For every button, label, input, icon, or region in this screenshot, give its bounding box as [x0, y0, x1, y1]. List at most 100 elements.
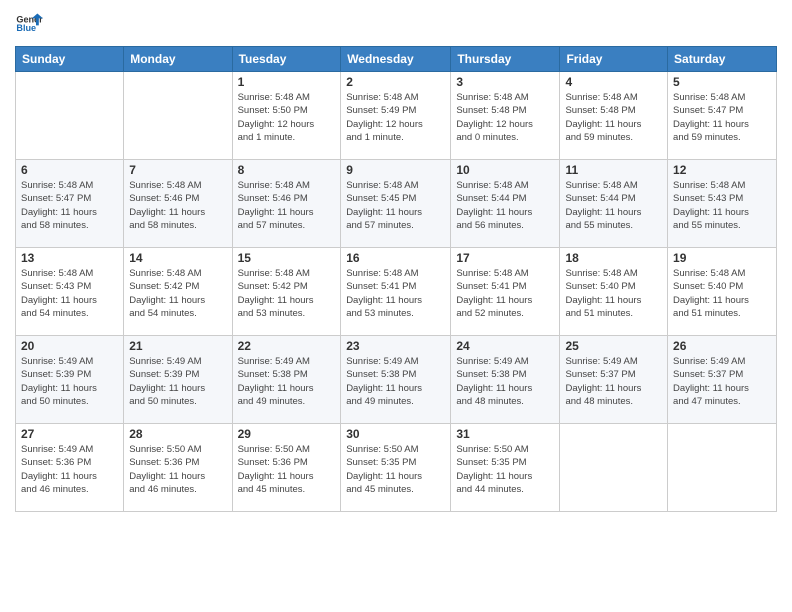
calendar-cell: 26 Sunrise: 5:49 AM Sunset: 5:37 PM Dayli…	[668, 336, 777, 424]
day-number: 3	[456, 75, 554, 89]
day-number: 5	[673, 75, 771, 89]
day-info: Sunrise: 5:50 AM Sunset: 5:35 PM Dayligh…	[346, 443, 445, 496]
day-info: Sunrise: 5:48 AM Sunset: 5:45 PM Dayligh…	[346, 179, 445, 232]
day-info: Sunrise: 5:48 AM Sunset: 5:43 PM Dayligh…	[21, 267, 118, 320]
day-info: Sunrise: 5:48 AM Sunset: 5:47 PM Dayligh…	[673, 91, 771, 144]
day-number: 12	[673, 163, 771, 177]
calendar-cell: 31 Sunrise: 5:50 AM Sunset: 5:35 PM Dayli…	[451, 424, 560, 512]
calendar-cell: 10 Sunrise: 5:48 AM Sunset: 5:44 PM Dayli…	[451, 160, 560, 248]
calendar-cell: 15 Sunrise: 5:48 AM Sunset: 5:42 PM Dayli…	[232, 248, 341, 336]
calendar-cell: 20 Sunrise: 5:49 AM Sunset: 5:39 PM Dayli…	[16, 336, 124, 424]
calendar-cell: 8Sunrise: 5:48 AM Sunset: 5:46 PM Daylig…	[232, 160, 341, 248]
calendar-cell: 29 Sunrise: 5:50 AM Sunset: 5:36 PM Dayli…	[232, 424, 341, 512]
calendar-cell	[560, 424, 668, 512]
calendar-cell: 28 Sunrise: 5:50 AM Sunset: 5:36 PM Dayli…	[124, 424, 232, 512]
calendar-header-row: SundayMondayTuesdayWednesdayThursdayFrid…	[16, 47, 777, 72]
day-info: Sunrise: 5:48 AM Sunset: 5:46 PM Dayligh…	[129, 179, 226, 232]
calendar-week-row: 13Sunrise: 5:48 AM Sunset: 5:43 PM Dayli…	[16, 248, 777, 336]
calendar-cell: 19 Sunrise: 5:48 AM Sunset: 5:40 PM Dayli…	[668, 248, 777, 336]
day-info: Sunrise: 5:48 AM Sunset: 5:42 PM Dayligh…	[238, 267, 336, 320]
calendar-cell: 30 Sunrise: 5:50 AM Sunset: 5:35 PM Dayli…	[341, 424, 451, 512]
day-number: 8	[238, 163, 336, 177]
day-info: Sunrise: 5:48 AM Sunset: 5:40 PM Dayligh…	[673, 267, 771, 320]
header: General Blue	[15, 10, 777, 38]
calendar-cell: 18Sunrise: 5:48 AM Sunset: 5:40 PM Dayli…	[560, 248, 668, 336]
weekday-header: Sunday	[16, 47, 124, 72]
calendar-week-row: 6 Sunrise: 5:48 AM Sunset: 5:47 PM Daylig…	[16, 160, 777, 248]
day-info: Sunrise: 5:48 AM Sunset: 5:48 PM Dayligh…	[456, 91, 554, 144]
day-info: Sunrise: 5:49 AM Sunset: 5:38 PM Dayligh…	[456, 355, 554, 408]
logo: General Blue	[15, 10, 43, 38]
day-number: 9	[346, 163, 445, 177]
svg-text:Blue: Blue	[16, 23, 36, 33]
page: General Blue SundayMondayTuesdayWednesda…	[0, 0, 792, 612]
calendar-week-row: 20 Sunrise: 5:49 AM Sunset: 5:39 PM Dayli…	[16, 336, 777, 424]
day-info: Sunrise: 5:48 AM Sunset: 5:40 PM Dayligh…	[565, 267, 662, 320]
day-info: Sunrise: 5:48 AM Sunset: 5:41 PM Dayligh…	[346, 267, 445, 320]
day-info: Sunrise: 5:49 AM Sunset: 5:36 PM Dayligh…	[21, 443, 118, 496]
calendar-cell: 12Sunrise: 5:48 AM Sunset: 5:43 PM Dayli…	[668, 160, 777, 248]
calendar-cell: 14 Sunrise: 5:48 AM Sunset: 5:42 PM Dayli…	[124, 248, 232, 336]
day-info: Sunrise: 5:48 AM Sunset: 5:47 PM Dayligh…	[21, 179, 118, 232]
day-number: 6	[21, 163, 118, 177]
day-number: 2	[346, 75, 445, 89]
day-number: 29	[238, 427, 336, 441]
day-number: 10	[456, 163, 554, 177]
day-info: Sunrise: 5:48 AM Sunset: 5:50 PM Dayligh…	[238, 91, 336, 144]
calendar-cell: 6 Sunrise: 5:48 AM Sunset: 5:47 PM Daylig…	[16, 160, 124, 248]
day-number: 26	[673, 339, 771, 353]
day-number: 1	[238, 75, 336, 89]
calendar-cell: 2 Sunrise: 5:48 AM Sunset: 5:49 PM Daylig…	[341, 72, 451, 160]
calendar-cell: 27 Sunrise: 5:49 AM Sunset: 5:36 PM Dayli…	[16, 424, 124, 512]
calendar-cell	[668, 424, 777, 512]
day-info: Sunrise: 5:48 AM Sunset: 5:42 PM Dayligh…	[129, 267, 226, 320]
day-info: Sunrise: 5:48 AM Sunset: 5:44 PM Dayligh…	[565, 179, 662, 232]
calendar-cell: 11 Sunrise: 5:48 AM Sunset: 5:44 PM Dayli…	[560, 160, 668, 248]
day-number: 31	[456, 427, 554, 441]
calendar-cell: 22Sunrise: 5:49 AM Sunset: 5:38 PM Dayli…	[232, 336, 341, 424]
calendar-cell: 24 Sunrise: 5:49 AM Sunset: 5:38 PM Dayli…	[451, 336, 560, 424]
day-number: 28	[129, 427, 226, 441]
calendar-cell: 7 Sunrise: 5:48 AM Sunset: 5:46 PM Daylig…	[124, 160, 232, 248]
day-number: 7	[129, 163, 226, 177]
calendar-cell	[124, 72, 232, 160]
day-info: Sunrise: 5:48 AM Sunset: 5:41 PM Dayligh…	[456, 267, 554, 320]
day-number: 24	[456, 339, 554, 353]
day-info: Sunrise: 5:49 AM Sunset: 5:37 PM Dayligh…	[673, 355, 771, 408]
weekday-header: Wednesday	[341, 47, 451, 72]
calendar-cell: 9 Sunrise: 5:48 AM Sunset: 5:45 PM Daylig…	[341, 160, 451, 248]
day-info: Sunrise: 5:50 AM Sunset: 5:36 PM Dayligh…	[129, 443, 226, 496]
day-number: 20	[21, 339, 118, 353]
calendar-cell: 1 Sunrise: 5:48 AM Sunset: 5:50 PM Daylig…	[232, 72, 341, 160]
day-number: 11	[565, 163, 662, 177]
day-info: Sunrise: 5:48 AM Sunset: 5:49 PM Dayligh…	[346, 91, 445, 144]
day-info: Sunrise: 5:50 AM Sunset: 5:35 PM Dayligh…	[456, 443, 554, 496]
day-number: 25	[565, 339, 662, 353]
day-info: Sunrise: 5:49 AM Sunset: 5:39 PM Dayligh…	[129, 355, 226, 408]
calendar-cell: 16 Sunrise: 5:48 AM Sunset: 5:41 PM Dayli…	[341, 248, 451, 336]
calendar-cell: 3 Sunrise: 5:48 AM Sunset: 5:48 PM Daylig…	[451, 72, 560, 160]
weekday-header: Monday	[124, 47, 232, 72]
day-info: Sunrise: 5:49 AM Sunset: 5:39 PM Dayligh…	[21, 355, 118, 408]
day-info: Sunrise: 5:49 AM Sunset: 5:38 PM Dayligh…	[238, 355, 336, 408]
day-number: 30	[346, 427, 445, 441]
logo-icon: General Blue	[15, 10, 43, 38]
day-number: 19	[673, 251, 771, 265]
day-number: 27	[21, 427, 118, 441]
weekday-header: Friday	[560, 47, 668, 72]
calendar-table: SundayMondayTuesdayWednesdayThursdayFrid…	[15, 46, 777, 512]
weekday-header: Saturday	[668, 47, 777, 72]
day-number: 14	[129, 251, 226, 265]
day-info: Sunrise: 5:50 AM Sunset: 5:36 PM Dayligh…	[238, 443, 336, 496]
weekday-header: Thursday	[451, 47, 560, 72]
day-number: 15	[238, 251, 336, 265]
weekday-header: Tuesday	[232, 47, 341, 72]
day-number: 16	[346, 251, 445, 265]
calendar-week-row: 1 Sunrise: 5:48 AM Sunset: 5:50 PM Daylig…	[16, 72, 777, 160]
calendar-cell	[16, 72, 124, 160]
day-info: Sunrise: 5:48 AM Sunset: 5:44 PM Dayligh…	[456, 179, 554, 232]
day-number: 21	[129, 339, 226, 353]
calendar-cell: 17Sunrise: 5:48 AM Sunset: 5:41 PM Dayli…	[451, 248, 560, 336]
calendar-cell: 25Sunrise: 5:49 AM Sunset: 5:37 PM Dayli…	[560, 336, 668, 424]
calendar-cell: 21 Sunrise: 5:49 AM Sunset: 5:39 PM Dayli…	[124, 336, 232, 424]
